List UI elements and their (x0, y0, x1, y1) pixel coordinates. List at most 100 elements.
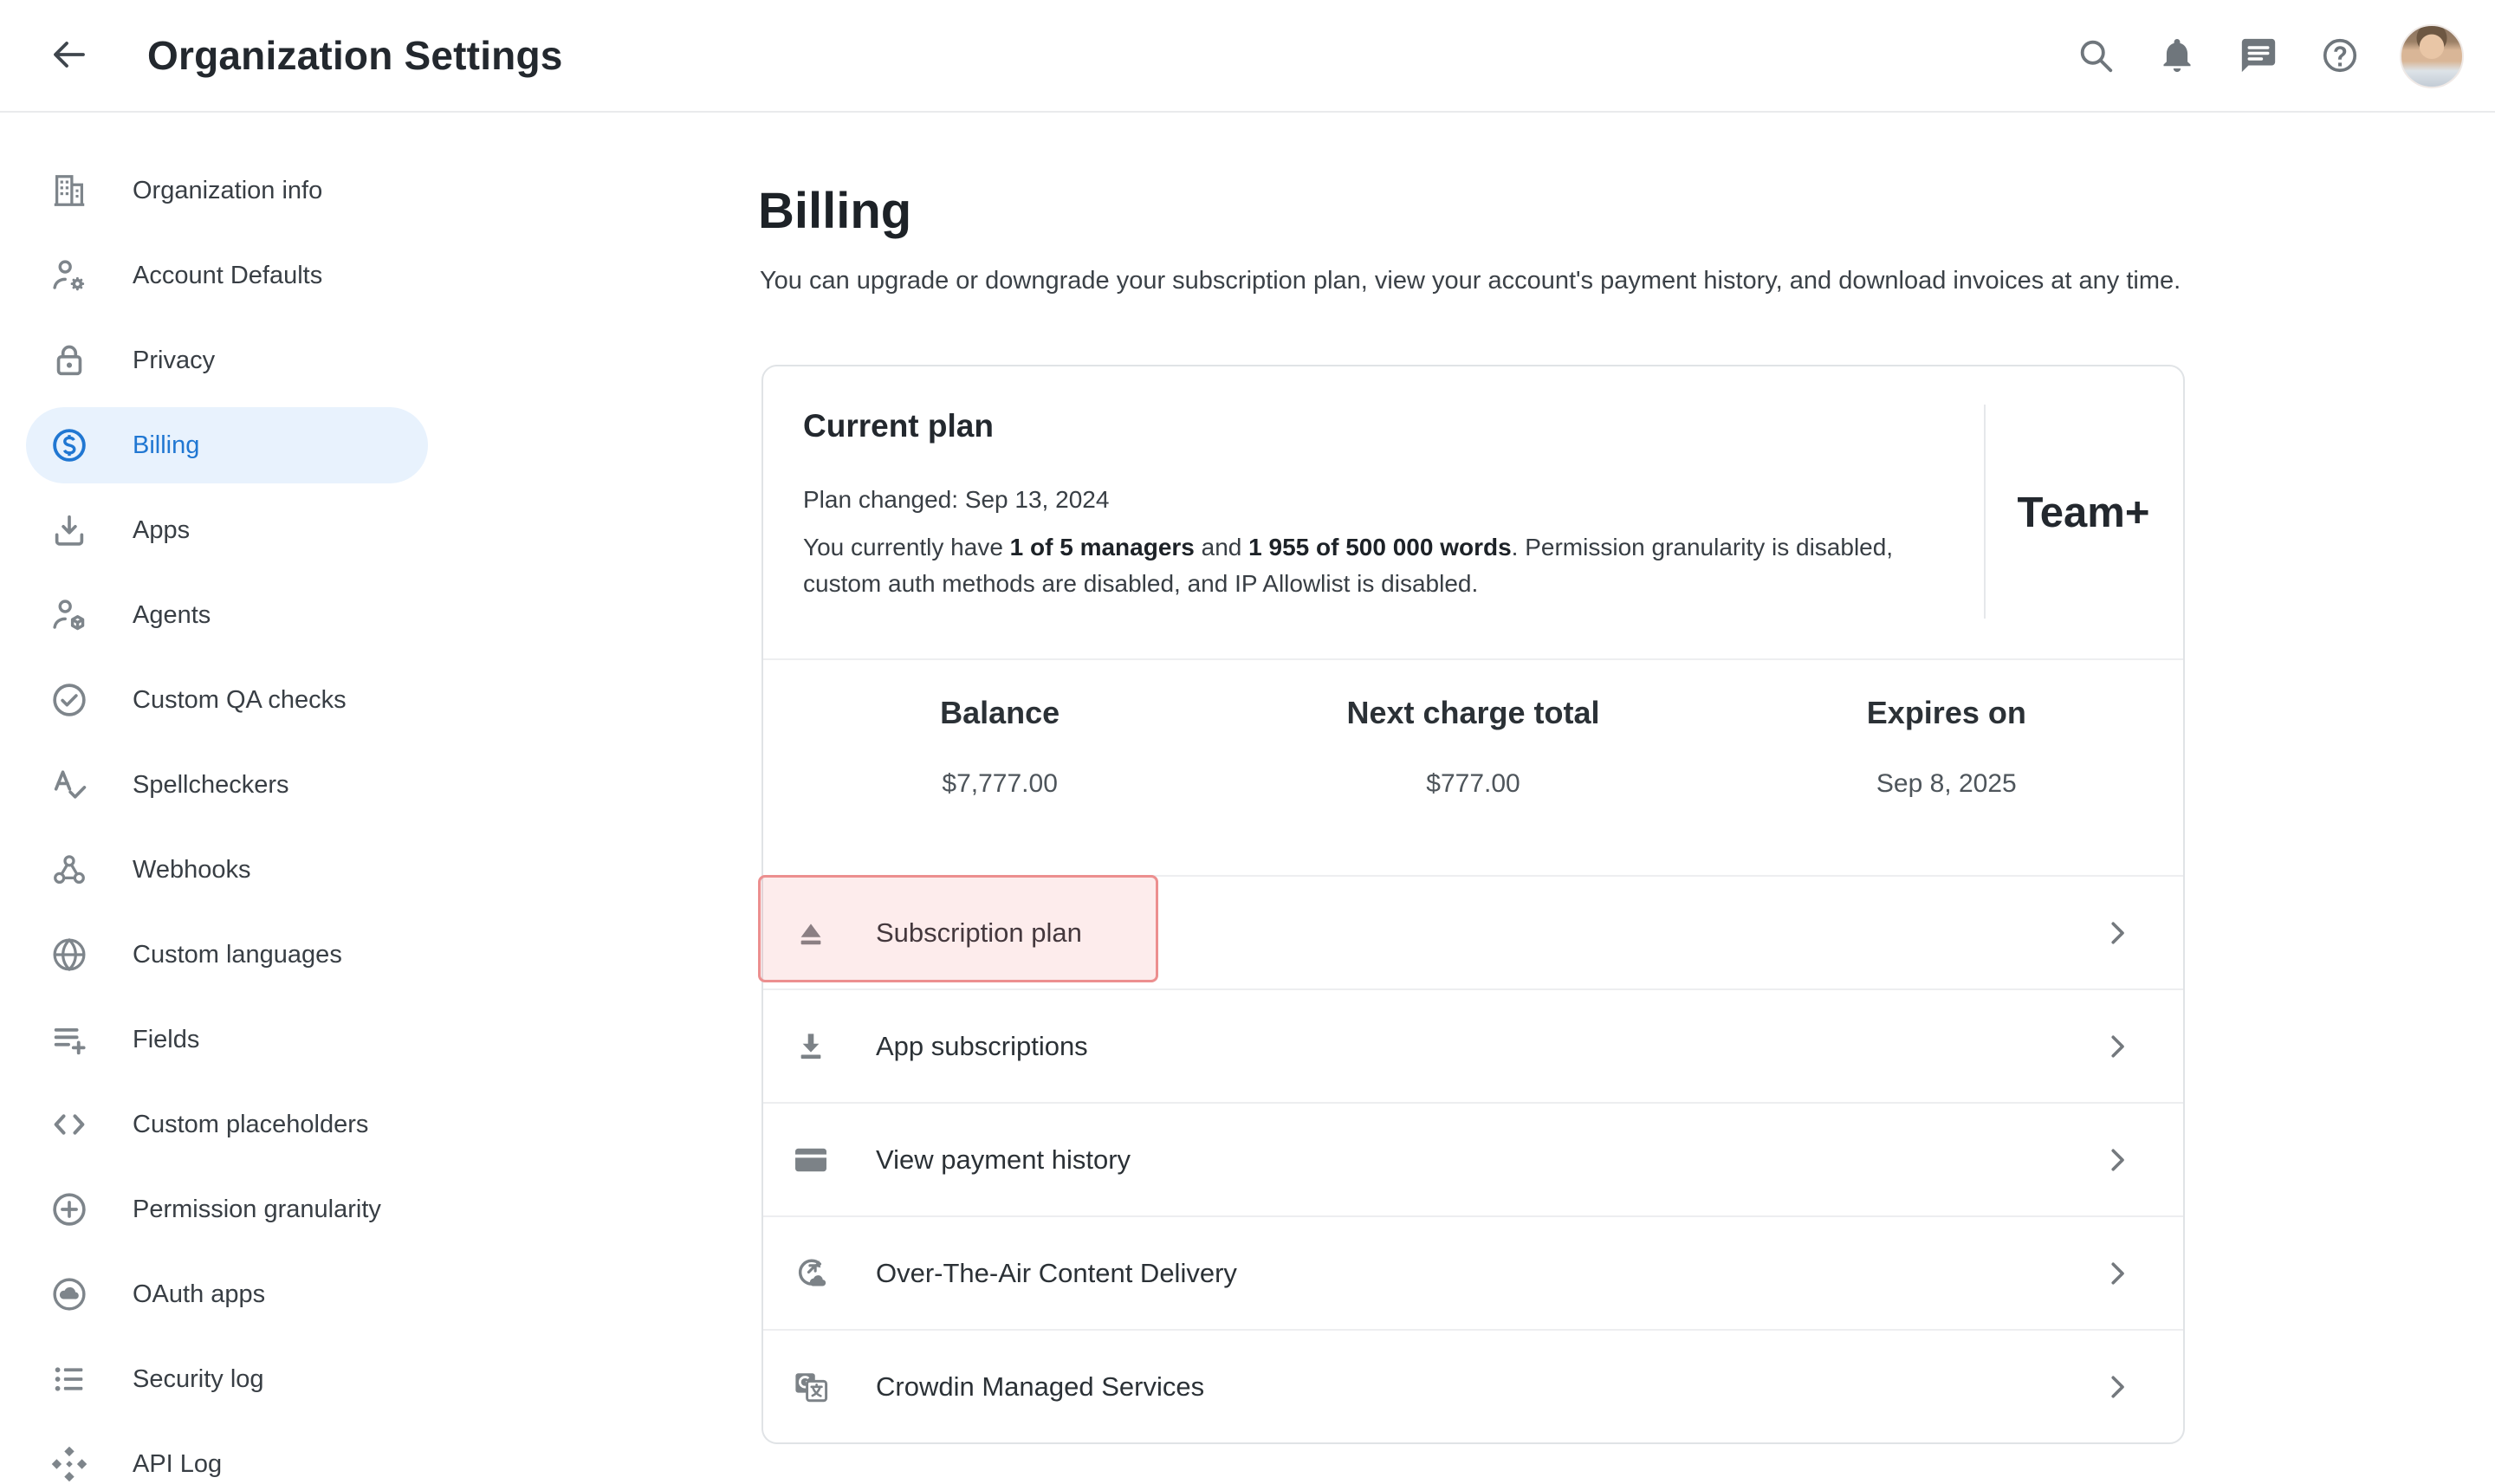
spellcheck-icon (49, 764, 90, 806)
sidebar-item-fields[interactable]: Fields (26, 1001, 428, 1078)
billing-row-view-payment-history[interactable]: View payment history (763, 1102, 2183, 1215)
sidebar-item-label: Webhooks (133, 856, 251, 885)
sidebar-item-custom-qa-checks[interactable]: Custom QA checks (26, 662, 428, 738)
ota-sync-cloud-icon (790, 1253, 832, 1294)
plan-usage-text: You currently have 1 of 5 managers and 1… (803, 529, 1964, 602)
code-brackets-icon (49, 1104, 90, 1145)
page-description: You can upgrade or downgrade your subscr… (760, 267, 2181, 295)
chevron-right-icon (2100, 916, 2135, 950)
help-icon (2320, 36, 2360, 78)
summary-value: $7,777.00 (763, 769, 1236, 799)
billing-card: Current plan Plan changed: Sep 13, 2024 … (761, 365, 2185, 1444)
billing-row-label: View payment history (876, 1144, 1131, 1176)
billing-row-label: App subscriptions (876, 1031, 1088, 1062)
dollar-circle-icon (49, 424, 90, 466)
summary-label: Next charge total (1236, 695, 1709, 731)
summary-value: Sep 8, 2025 (1710, 769, 2183, 799)
billing-row-subscription-plan[interactable]: Subscription plan (763, 875, 2183, 988)
sidebar-item-apps[interactable]: Apps (26, 492, 428, 568)
plus-circle-icon (49, 1189, 90, 1230)
security-log-icon (49, 1358, 90, 1400)
summary-balance: Balance$7,777.00 (763, 660, 1236, 875)
chevron-right-icon (2100, 1256, 2135, 1291)
billing-row-over-the-air-content-delivery[interactable]: Over-The-Air Content Delivery (763, 1215, 2183, 1329)
sidebar-item-permission-granularity[interactable]: Permission granularity (26, 1171, 428, 1247)
header-actions (2074, 0, 2464, 113)
page-title: Billing (758, 182, 911, 240)
sidebar-item-label: Billing (133, 431, 199, 460)
lock-icon (49, 340, 90, 381)
plan-changed-text: Plan changed: Sep 13, 2024 (803, 486, 1109, 514)
page-header-title: Organization Settings (147, 32, 563, 79)
sidebar-item-label: Custom QA checks (133, 686, 347, 715)
agents-icon (49, 594, 90, 636)
credit-card-icon (790, 1139, 832, 1181)
current-plan-section: Current plan Plan changed: Sep 13, 2024 … (763, 366, 2183, 658)
sidebar-item-label: Security log (133, 1365, 264, 1394)
user-avatar[interactable] (2400, 24, 2464, 88)
notifications-button[interactable] (2155, 35, 2199, 78)
sidebar-item-account-defaults[interactable]: Account Defaults (26, 237, 428, 314)
sidebar-item-billing[interactable]: Billing (26, 407, 428, 483)
summary-value: $777.00 (1236, 769, 1709, 799)
messages-button[interactable] (2237, 35, 2280, 78)
sidebar-item-spellcheckers[interactable]: Spellcheckers (26, 747, 428, 823)
sidebar-item-agents[interactable]: Agents (26, 577, 428, 653)
sidebar-item-label: Custom languages (133, 941, 342, 969)
chevron-right-icon (2100, 1143, 2135, 1177)
sidebar-item-label: Apps (133, 516, 190, 545)
help-button[interactable] (2318, 35, 2362, 78)
sidebar-item-custom-placeholders[interactable]: Custom placeholders (26, 1086, 428, 1163)
sidebar-item-security-log[interactable]: Security log (26, 1341, 428, 1417)
sidebar-item-oauth-apps[interactable]: OAuth apps (26, 1256, 428, 1332)
sidebar-item-label: Account Defaults (133, 262, 322, 290)
oauth-cloud-icon (49, 1273, 90, 1315)
sidebar-item-label: Spellcheckers (133, 771, 289, 800)
sidebar-item-webhooks[interactable]: Webhooks (26, 832, 428, 908)
eject-icon (790, 912, 832, 954)
search-button[interactable] (2074, 35, 2117, 78)
search-icon (2076, 36, 2116, 78)
api-log-icon (49, 1443, 90, 1484)
billing-row-label: Crowdin Managed Services (876, 1371, 1204, 1403)
back-button[interactable] (45, 31, 94, 80)
globe-icon (49, 934, 90, 975)
billing-rows: Subscription plan App subscriptions View p… (763, 875, 2183, 1442)
sidebar-item-label: Organization info (133, 177, 322, 205)
sidebar-item-organization-info[interactable]: Organization info (26, 152, 428, 229)
g-translate-icon (790, 1366, 832, 1408)
summary-next-charge-total: Next charge total $777.00 (1236, 660, 1709, 875)
notifications-icon (2157, 36, 2197, 78)
apps-download-icon (49, 509, 90, 551)
sidebar-item-label: API Log (133, 1450, 222, 1479)
billing-row-label: Subscription plan (876, 917, 1082, 949)
sidebar-item-privacy[interactable]: Privacy (26, 322, 428, 399)
chevron-right-icon (2100, 1029, 2135, 1064)
sidebar-item-label: Agents (133, 601, 211, 630)
sidebar-item-label: Privacy (133, 347, 215, 375)
billing-summary: Balance$7,777.00Next charge total $777.00… (763, 658, 2183, 875)
app-header: Organization Settings (0, 0, 2495, 113)
download-icon (790, 1026, 832, 1067)
sidebar-item-label: Custom placeholders (133, 1111, 368, 1139)
billing-row-crowdin-managed-services[interactable]: Crowdin Managed Services (763, 1329, 2183, 1442)
summary-expires-on: Expires onSep 8, 2025 (1710, 660, 2183, 875)
sidebar-item-label: OAuth apps (133, 1280, 265, 1309)
sidebar-item-label: Fields (133, 1026, 199, 1054)
webhook-icon (49, 849, 90, 891)
plan-name-badge: Team+ (1984, 366, 2183, 658)
check-circle-icon (49, 679, 90, 721)
sidebar-item-custom-languages[interactable]: Custom languages (26, 917, 428, 993)
billing-row-app-subscriptions[interactable]: App subscriptions (763, 988, 2183, 1102)
sidebar: Organization info Account Defaults Privacy… (0, 114, 459, 1484)
arrow-back-icon (49, 34, 90, 78)
account-defaults-icon (49, 255, 90, 296)
fields-icon (49, 1019, 90, 1060)
current-plan-heading: Current plan (803, 408, 994, 444)
sidebar-item-api-log[interactable]: API Log (26, 1426, 428, 1484)
words-usage: 1 955 of 500 000 words (1248, 534, 1512, 561)
billing-row-label: Over-The-Air Content Delivery (876, 1258, 1237, 1289)
sidebar-item-label: Permission granularity (133, 1196, 381, 1224)
managers-usage: 1 of 5 managers (1010, 534, 1195, 561)
chevron-right-icon (2100, 1370, 2135, 1404)
